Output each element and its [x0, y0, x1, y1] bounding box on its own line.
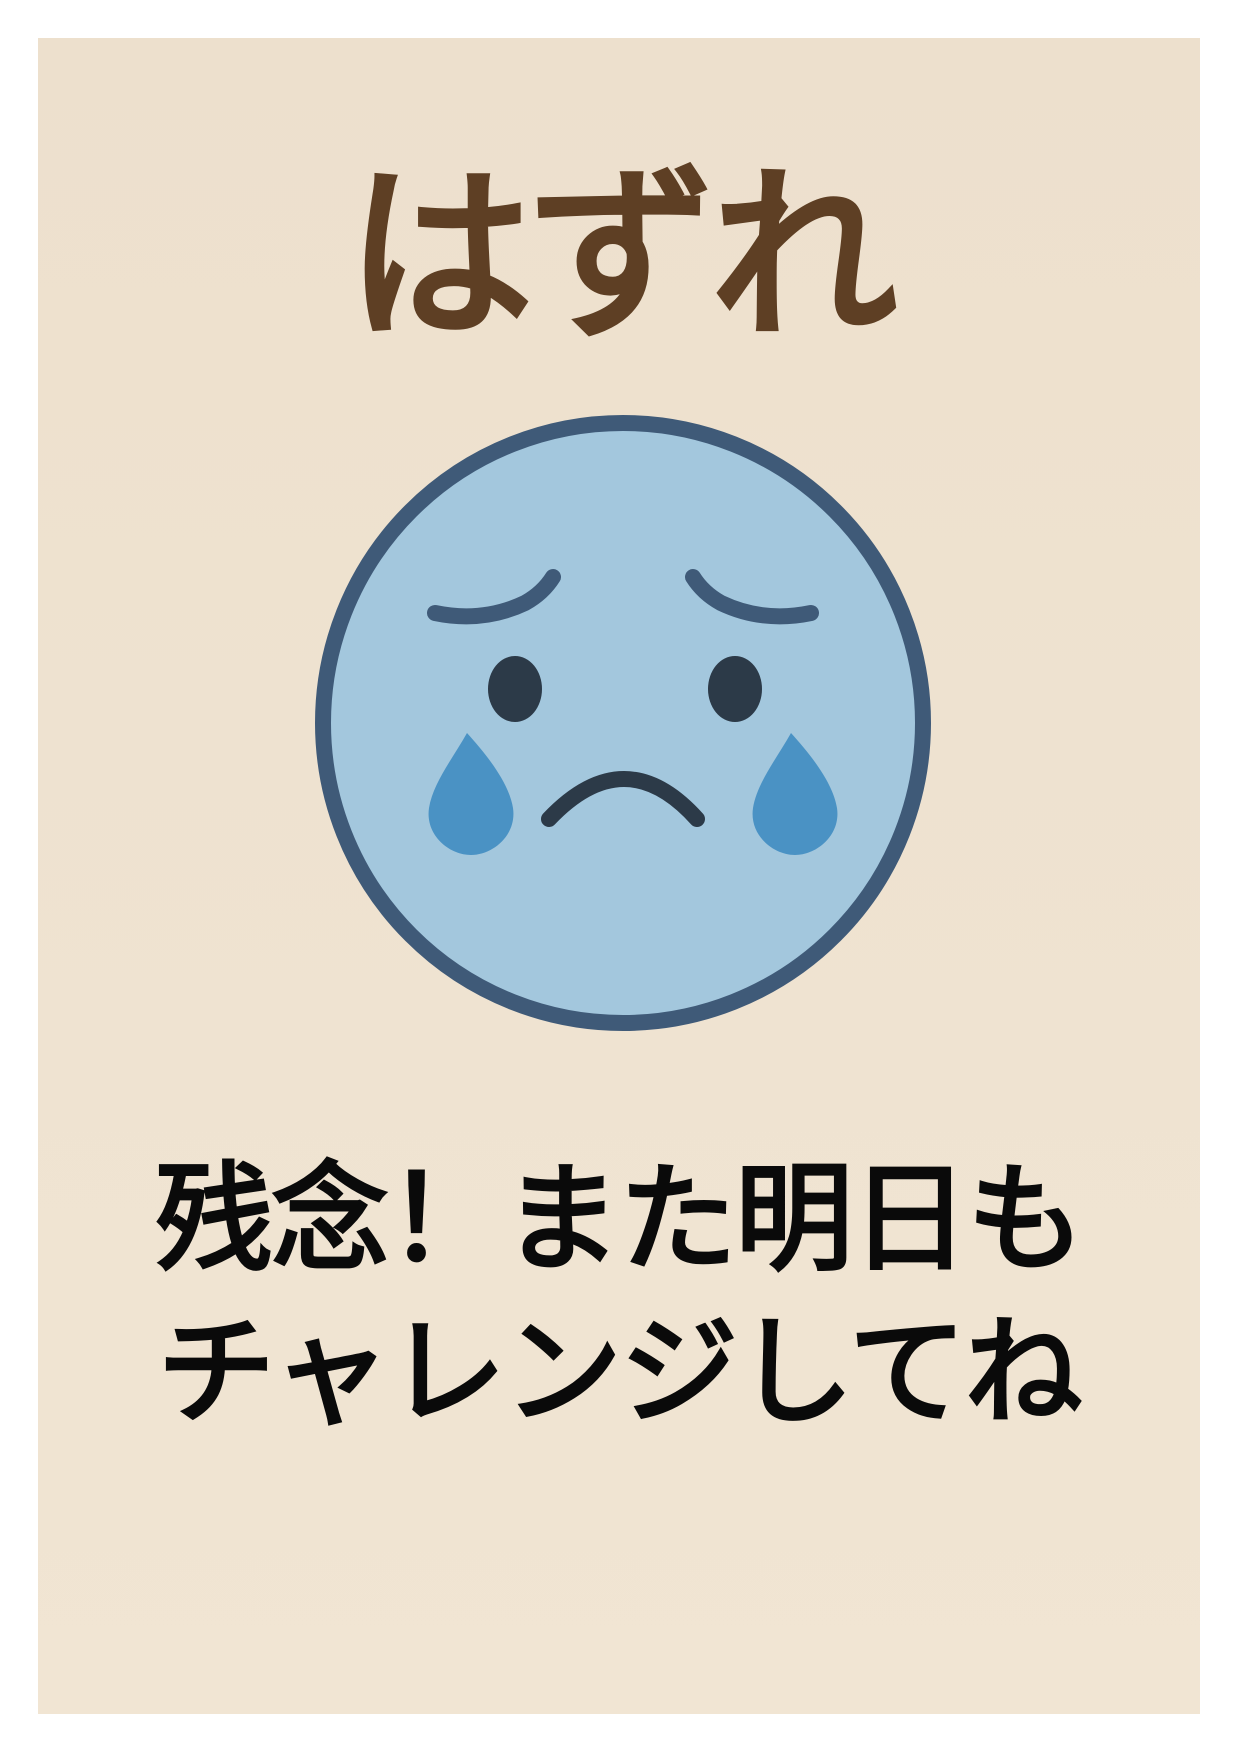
- poster-title: はずれ: [346, 147, 898, 366]
- message-line-1: 残念！また明日も: [154, 1150, 1085, 1288]
- poster-sheet: はずれ 残念！また明日も チャレンジしてね: [38, 38, 1200, 1714]
- left-eye: [488, 656, 542, 722]
- poster-message: 残念！また明日も チャレンジしてね: [38, 1143, 1200, 1450]
- face-circle: [315, 415, 931, 1031]
- right-eye: [708, 656, 762, 722]
- message-line-2: チャレンジしてね: [157, 1303, 1082, 1442]
- crying-sad-face-icon: [315, 415, 931, 1031]
